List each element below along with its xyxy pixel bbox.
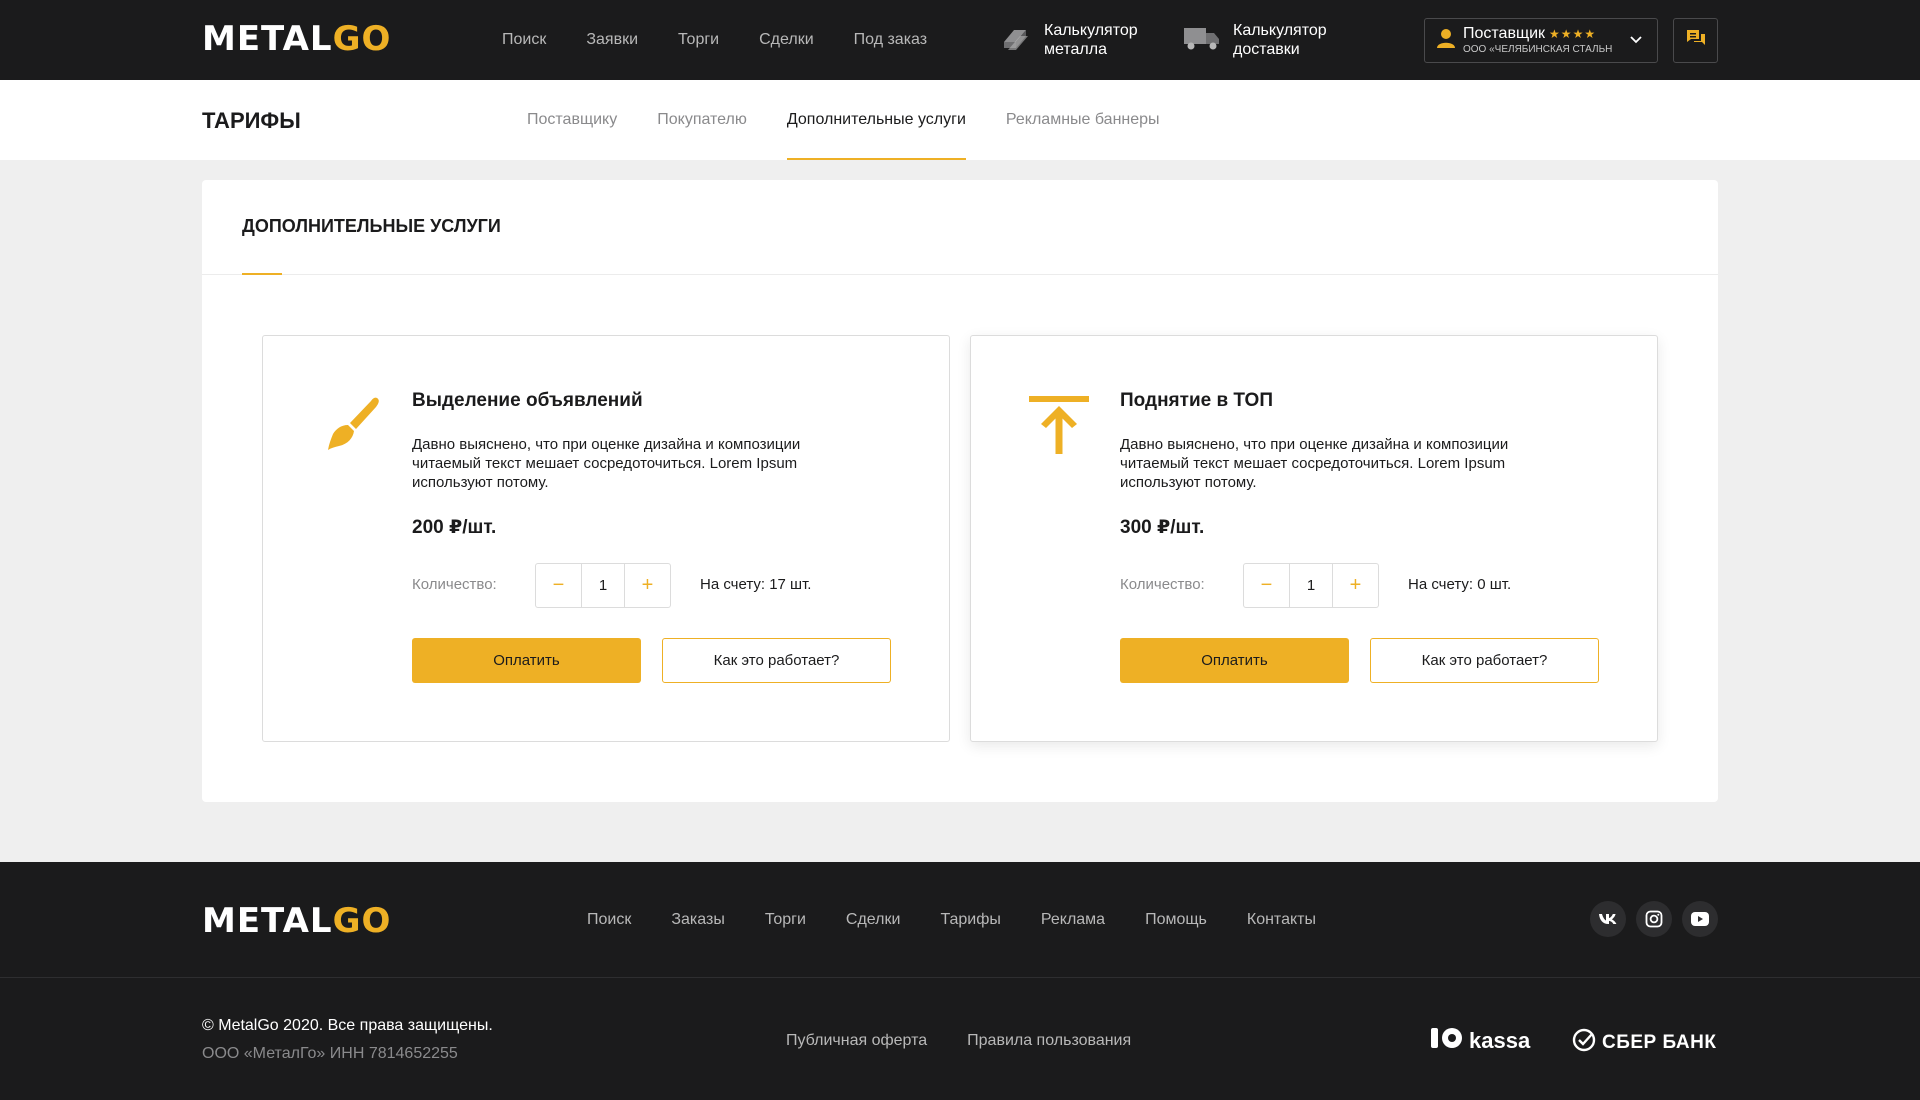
tab-buyer[interactable]: Покупателю (657, 80, 747, 160)
metal-calculator-link[interactable]: Калькулятор металла (1000, 20, 1154, 60)
footer: METALGO Поиск Заказы Торги Сделки Тарифы… (0, 862, 1920, 1100)
quantity-input[interactable]: 1 (581, 564, 625, 607)
nav-requests[interactable]: Заявки (586, 31, 638, 49)
social-links (1590, 901, 1718, 937)
footer-nav-deals[interactable]: Сделки (846, 911, 901, 929)
nav-deals[interactable]: Сделки (759, 31, 814, 49)
footer-legal-links: Публичная оферта Правила пользования (786, 1032, 1131, 1050)
nav-search[interactable]: Поиск (502, 31, 546, 49)
chat-icon (1686, 29, 1706, 52)
decrement-button[interactable]: − (1244, 564, 1289, 607)
metal-calc-icon (1000, 22, 1032, 59)
quantity-label: Количество: (1120, 576, 1205, 593)
footer-nav-contacts[interactable]: Контакты (1247, 911, 1316, 929)
quantity-stepper: − 1 + (535, 563, 671, 608)
tab-ad-banners[interactable]: Рекламные баннеры (1006, 80, 1160, 160)
instagram-icon[interactable] (1636, 901, 1672, 937)
sberbank-text: СБЕР БАНК (1602, 1031, 1717, 1053)
footer-nav-orders[interactable]: Заказы (671, 911, 724, 929)
legal-info: ООО «МеталГо» ИНН 7814652255 (202, 1045, 458, 1062)
footer-nav-tariffs[interactable]: Тарифы (940, 911, 1000, 929)
card-price: 300 ₽/шт. (1120, 517, 1205, 538)
quantity-input[interactable]: 1 (1289, 564, 1333, 607)
yookassa-icon (1431, 1026, 1465, 1055)
quantity-stepper: − 1 + (1243, 563, 1379, 608)
footer-logo[interactable]: METALGO (202, 904, 391, 938)
services-panel: ДОПОЛНИТЕЛЬНЫЕ УСЛУГИ Выделение объявлен… (202, 180, 1718, 802)
nav-custom-order[interactable]: Под заказ (854, 31, 927, 49)
terms-of-use-link[interactable]: Правила пользования (967, 1032, 1131, 1050)
footer-nav-help[interactable]: Помощь (1145, 911, 1207, 929)
chat-button[interactable] (1673, 18, 1718, 63)
pay-button[interactable]: Оплатить (412, 638, 641, 683)
logo[interactable]: METALGO (202, 22, 391, 56)
user-role: Поставщик (1463, 25, 1546, 42)
logo-go: GO (332, 901, 392, 941)
tab-additional-services[interactable]: Дополнительные услуги (786, 80, 966, 160)
user-icon (1437, 28, 1455, 53)
logo-metal: METAL (202, 901, 333, 941)
panel-title: ДОПОЛНИТЕЛЬНЫЕ УСЛУГИ (242, 216, 501, 236)
balance-text: На счету: 17 шт. (700, 576, 812, 593)
tariff-tabs: Поставщику Покупателю Дополнительные усл… (527, 80, 1160, 160)
sberbank-icon (1572, 1028, 1596, 1057)
delivery-calc-label: Калькулятор доставки (1233, 22, 1327, 58)
how-it-works-button[interactable]: Как это работает? (1370, 638, 1599, 683)
main-nav: Поиск Заявки Торги Сделки Под заказ (502, 0, 927, 80)
card-title: Поднятие в ТОП (1120, 390, 1273, 411)
card-title: Выделение объявлений (412, 390, 643, 411)
page-title: ТАРИФЫ (202, 108, 301, 133)
panel-header: ДОПОЛНИТЕЛЬНЫЕ УСЛУГИ (202, 180, 1718, 275)
copyright-text: © MetalGo 2020. Все права защищены. (202, 1017, 493, 1034)
footer-divider (0, 977, 1920, 978)
yookassa-text: kassa (1469, 1027, 1531, 1053)
vk-icon[interactable] (1590, 901, 1626, 937)
card-description: Давно выяснено, что при оценке дизайна и… (412, 436, 801, 491)
top-header: METALGO Поиск Заявки Торги Сделки Под за… (0, 0, 1920, 80)
tab-supplier[interactable]: Поставщику (527, 80, 617, 160)
delivery-calculator-link[interactable]: Калькулятор доставки (1183, 20, 1343, 60)
balance-text: На счету: 0 шт. (1408, 576, 1512, 593)
footer-nav: Поиск Заказы Торги Сделки Тарифы Реклама… (587, 862, 1316, 977)
card-description: Давно выяснено, что при оценке дизайна и… (1120, 436, 1509, 491)
footer-nav-auctions[interactable]: Торги (765, 911, 806, 929)
brush-icon (319, 392, 383, 456)
chevron-down-icon (1629, 32, 1643, 51)
nav-auctions[interactable]: Торги (678, 31, 719, 49)
metal-calc-label: Калькулятор металла (1044, 22, 1138, 58)
public-offer-link[interactable]: Публичная оферта (786, 1032, 927, 1050)
decrement-button[interactable]: − (536, 564, 581, 607)
increment-button[interactable]: + (1333, 564, 1378, 607)
footer-nav-advertising[interactable]: Реклама (1041, 911, 1105, 929)
user-company: ООО «ЧЕЛЯБИНСКАЯ СТАЛЬН... (1463, 44, 1613, 55)
rating-stars: ★★★★ (1549, 27, 1597, 41)
youtube-icon[interactable] (1682, 901, 1718, 937)
truck-icon (1183, 24, 1221, 57)
footer-nav-search[interactable]: Поиск (587, 911, 631, 929)
logo-metal: METAL (202, 19, 333, 59)
arrow-up-top-icon (1027, 392, 1091, 456)
user-menu[interactable]: Поставщик ★★★★ ООО «ЧЕЛЯБИНСКАЯ СТАЛЬН... (1424, 18, 1658, 63)
yookassa-logo: kassa (1431, 1026, 1530, 1055)
panel-title-underline (242, 273, 282, 275)
service-card-top: Поднятие в ТОП Давно выяснено, что при о… (970, 335, 1658, 742)
sub-header: ТАРИФЫ Поставщику Покупателю Дополнитель… (0, 80, 1920, 160)
pay-button[interactable]: Оплатить (1120, 638, 1349, 683)
card-price: 200 ₽/шт. (412, 517, 497, 538)
service-card-highlight: Выделение объявлений Давно выяснено, что… (262, 335, 950, 742)
logo-go: GO (332, 19, 392, 59)
increment-button[interactable]: + (625, 564, 670, 607)
sberbank-logo: СБЕР БАНК (1572, 1028, 1716, 1057)
quantity-label: Количество: (412, 576, 497, 593)
how-it-works-button[interactable]: Как это работает? (662, 638, 891, 683)
